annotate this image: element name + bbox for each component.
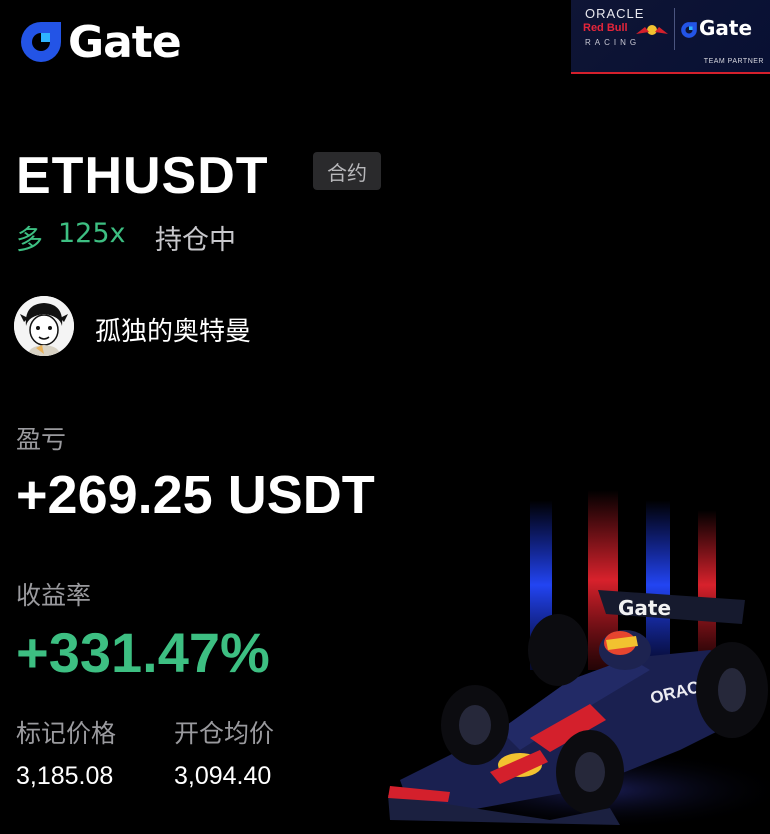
gate-logo-text: Gate <box>68 16 182 68</box>
sponsor-oracle-text: ORACLE <box>585 6 645 21</box>
contract-tag: 合约 <box>313 152 381 190</box>
cartoon-avatar-icon <box>14 296 74 356</box>
sponsor-redbull-text: Red Bull <box>583 22 628 34</box>
sponsor-partner-label: TEAM PARTNER <box>703 58 764 65</box>
sponsor-gate-text: Gate <box>699 16 753 40</box>
red-light-beam <box>698 510 716 660</box>
position-leverage: 125x <box>58 218 126 249</box>
symbol-title: ETHUSDT <box>16 147 269 205</box>
roi-value: +331.47% <box>16 621 270 684</box>
gate-logo: Gate <box>18 16 182 68</box>
f1-car-illustration: Gate ORACLE <box>380 490 770 830</box>
rear-left-wheel <box>528 614 588 686</box>
mark-price-label: 标记价格 <box>16 719 117 748</box>
entry-price-label: 开仓均价 <box>174 719 275 748</box>
position-side: 多 <box>16 225 43 256</box>
gate-logo-icon <box>18 19 64 65</box>
gate-partner-icon <box>681 22 697 38</box>
roi-label: 收益率 <box>16 581 92 610</box>
redbull-bulls-icon <box>636 25 668 35</box>
position-status: 持仓中 <box>155 225 236 256</box>
pnl-value: +269.25 USDT <box>16 465 375 525</box>
avatar <box>14 296 74 356</box>
sponsor-divider <box>674 8 675 50</box>
sponsor-banner: ORACLE Red Bull RACING Gate TEAM PARTNER <box>571 0 770 74</box>
car-wing-text: Gate <box>618 596 671 620</box>
sponsor-racing-text: RACING <box>585 38 641 47</box>
mark-price-value: 3,185.08 <box>16 762 114 790</box>
pnl-label: 盈亏 <box>16 425 67 454</box>
entry-price-value: 3,094.40 <box>174 762 272 790</box>
username: 孤独的奥特曼 <box>95 317 252 347</box>
